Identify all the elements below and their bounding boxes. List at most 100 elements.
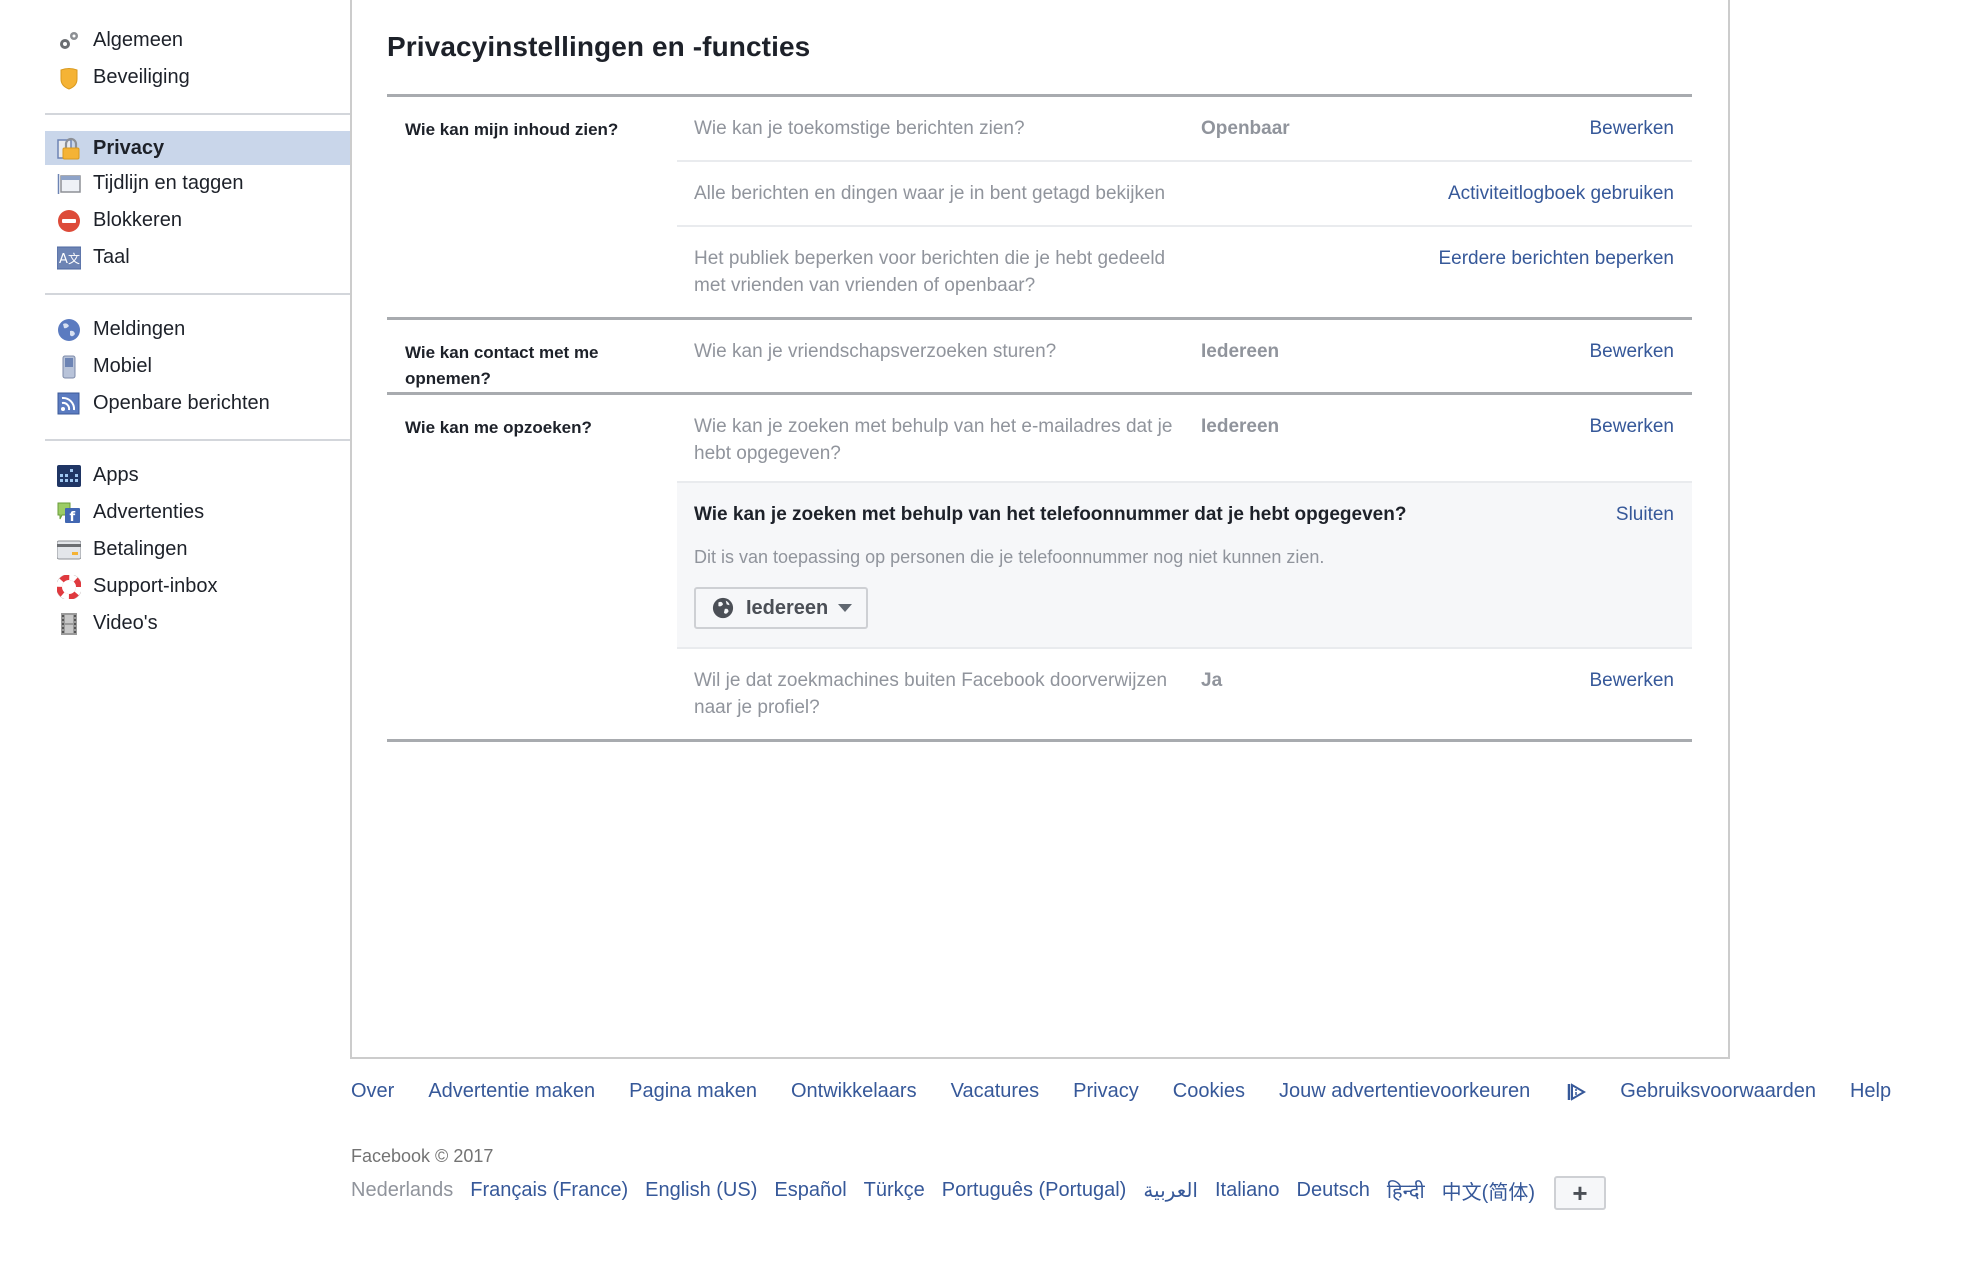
close-link[interactable]: Sluiten [1616,501,1674,528]
sidebar-item-support-inbox[interactable]: Support-inbox [45,568,350,605]
footer-link-over[interactable]: Over [351,1080,394,1103]
language-link[interactable]: हिन्दी [1387,1177,1425,1204]
credit-card-icon [57,538,81,562]
rss-feed-icon [57,392,81,416]
sidebar-item-label: Mobiel [93,355,152,377]
sidebar-item-label: Betalingen [93,538,188,560]
globe-icon [712,597,734,619]
language-link[interactable]: Español [774,1179,846,1202]
sidebar-item-openbare-berichten[interactable]: Openbare berichten [45,385,350,422]
svg-text:文: 文 [68,251,80,266]
sidebar-item-beveiliging[interactable]: Beveiliging [45,59,350,96]
setting-value: Iedereen [1201,341,1280,362]
ads-icon: f [57,501,81,525]
language-link[interactable]: 中文(简体) [1442,1176,1535,1205]
sidebar-item-label: Openbare berichten [93,392,270,414]
sidebar-item-label: Tijdlijn en taggen [93,172,244,194]
sidebar-item-label: Apps [93,464,139,486]
setting-row[interactable]: Wie kan je zoeken met behulp van het e-m… [677,395,1692,481]
setting-value [1201,245,1401,299]
section-who-can-contact: Wie kan contact met me opnemen? Wie kan … [387,317,1692,392]
edit-link[interactable]: Bewerken [1401,667,1675,721]
setting-question: Wil je dat zoekmachines buiten Facebook … [694,670,1168,718]
sidebar-item-tijdlijn-en-taggen[interactable]: Tijdlijn en taggen [45,165,350,202]
footer-link-vacatures[interactable]: Vacatures [951,1080,1040,1103]
language-link[interactable]: Italiano [1215,1179,1280,1202]
block-icon [57,209,81,233]
svg-text:A: A [59,252,68,267]
footer-link-gebruiksvoorwaarden[interactable]: Gebruiksvoorwaarden [1620,1080,1816,1103]
section-who-can-see-content: Wie kan mijn inhoud zien? Wie kan je toe… [387,94,1692,317]
edit-link[interactable]: Bewerken [1401,115,1675,142]
footer-link-ontwikkelaars[interactable]: Ontwikkelaars [791,1080,917,1103]
settings-table: Wie kan mijn inhoud zien? Wie kan je toe… [387,94,1692,742]
sidebar-item-privacy[interactable]: Privacy [45,131,350,165]
sidebar-item-blokkeren[interactable]: Blokkeren [45,202,350,239]
sidebar-item-apps[interactable]: Apps [45,457,350,494]
sidebar-item-betalingen[interactable]: Betalingen [45,531,350,568]
footer-link-advertentie-maken[interactable]: Advertentie maken [428,1080,595,1103]
sidebar-divider [45,439,350,441]
film-icon [57,612,81,636]
language-selector: Nederlands Français (France) English (US… [351,1170,1606,1210]
setting-row[interactable]: Het publiek beperken voor berichten die … [677,225,1692,317]
footer-link-cookies[interactable]: Cookies [1173,1080,1245,1103]
footer-link-ad-preferences[interactable]: Jouw advertentievoorkeuren [1279,1080,1587,1103]
use-activity-log-link[interactable]: Activiteitlogboek gebruiken [1401,180,1674,207]
privacy-settings-panel: Privacyinstellingen en -functies Wie kan… [350,0,1730,1059]
language-link[interactable]: Français (France) [470,1179,628,1202]
footer-link-label: Jouw advertentievoorkeuren [1279,1080,1531,1102]
sidebar-item-label: Video's [93,612,158,634]
footer-link-privacy[interactable]: Privacy [1073,1080,1139,1103]
setting-value [1201,180,1401,207]
setting-row[interactable]: Wil je dat zoekmachines buiten Facebook … [677,647,1692,739]
setting-row[interactable]: Wie kan je vriendschapsverzoeken sturen?… [677,320,1692,384]
gears-icon [57,29,81,53]
sidebar-item-videos[interactable]: Video's [45,605,350,642]
sidebar-divider [45,113,350,115]
setting-value: Openbaar [1201,118,1290,139]
footer-link-pagina-maken[interactable]: Pagina maken [629,1080,757,1103]
copyright-text: Facebook © 2017 [351,1146,494,1166]
current-language: Nederlands [351,1178,454,1201]
sidebar-item-label: Algemeen [93,29,184,51]
section-label: Wie kan mijn inhoud zien? [405,120,619,139]
more-languages-button[interactable]: + [1553,1176,1606,1210]
setting-value: Iedereen [1201,416,1280,437]
sidebar-item-label: Blokkeren [93,209,182,231]
privacy-lock-icon [57,136,81,160]
language-link[interactable]: English (US) [645,1179,757,1202]
language-link[interactable]: Português (Portugal) [942,1179,1127,1202]
section-label: Wie kan me opzoeken? [405,418,592,437]
sidebar-item-advertenties[interactable]: f Advertenties [45,494,350,531]
sidebar-item-algemeen[interactable]: Algemeen [45,22,350,59]
edit-link[interactable]: Bewerken [1401,338,1675,366]
footer-links: Over Advertentie maken Pagina maken Ontw… [351,1080,1925,1103]
audience-selected-value: Iedereen [746,596,829,619]
limit-past-posts-link[interactable]: Eerdere berichten beperken [1401,245,1674,299]
setting-row[interactable]: Alle berichten en dingen waar je in bent… [677,160,1692,225]
language-link[interactable]: Türkçe [864,1179,925,1202]
setting-question: Wie kan je toekomstige berichten zien? [694,118,1025,139]
sidebar-item-taal[interactable]: A文 Taal [45,239,350,276]
language-link[interactable]: Deutsch [1297,1179,1370,1202]
setting-question: Wie kan je zoeken met behulp van het tel… [694,504,1407,525]
edit-link[interactable]: Bewerken [1401,413,1675,467]
sidebar-item-label: Meldingen [93,318,186,340]
sidebar-item-label: Privacy [93,136,165,159]
security-badge-icon [57,66,81,90]
footer-link-help[interactable]: Help [1850,1080,1891,1103]
section-who-can-look-me-up: Wie kan me opzoeken? Wie kan je zoeken m… [387,392,1692,742]
audience-selector[interactable]: Iedereen [694,587,869,629]
timeline-icon [57,172,81,196]
setting-row-expanded: Wie kan je zoeken met behulp van het tel… [677,481,1692,647]
setting-question: Wie kan je vriendschapsverzoeken sturen? [694,341,1057,362]
setting-value: Ja [1201,670,1223,691]
section-label: Wie kan contact met me opnemen? [405,343,599,388]
caret-down-icon [838,604,853,612]
sidebar-item-meldingen[interactable]: Meldingen [45,311,350,348]
apps-grid-icon [57,464,81,488]
language-link[interactable]: العربية [1143,1178,1198,1203]
setting-row[interactable]: Wie kan je toekomstige berichten zien? O… [677,97,1692,160]
sidebar-item-mobiel[interactable]: Mobiel [45,348,350,385]
